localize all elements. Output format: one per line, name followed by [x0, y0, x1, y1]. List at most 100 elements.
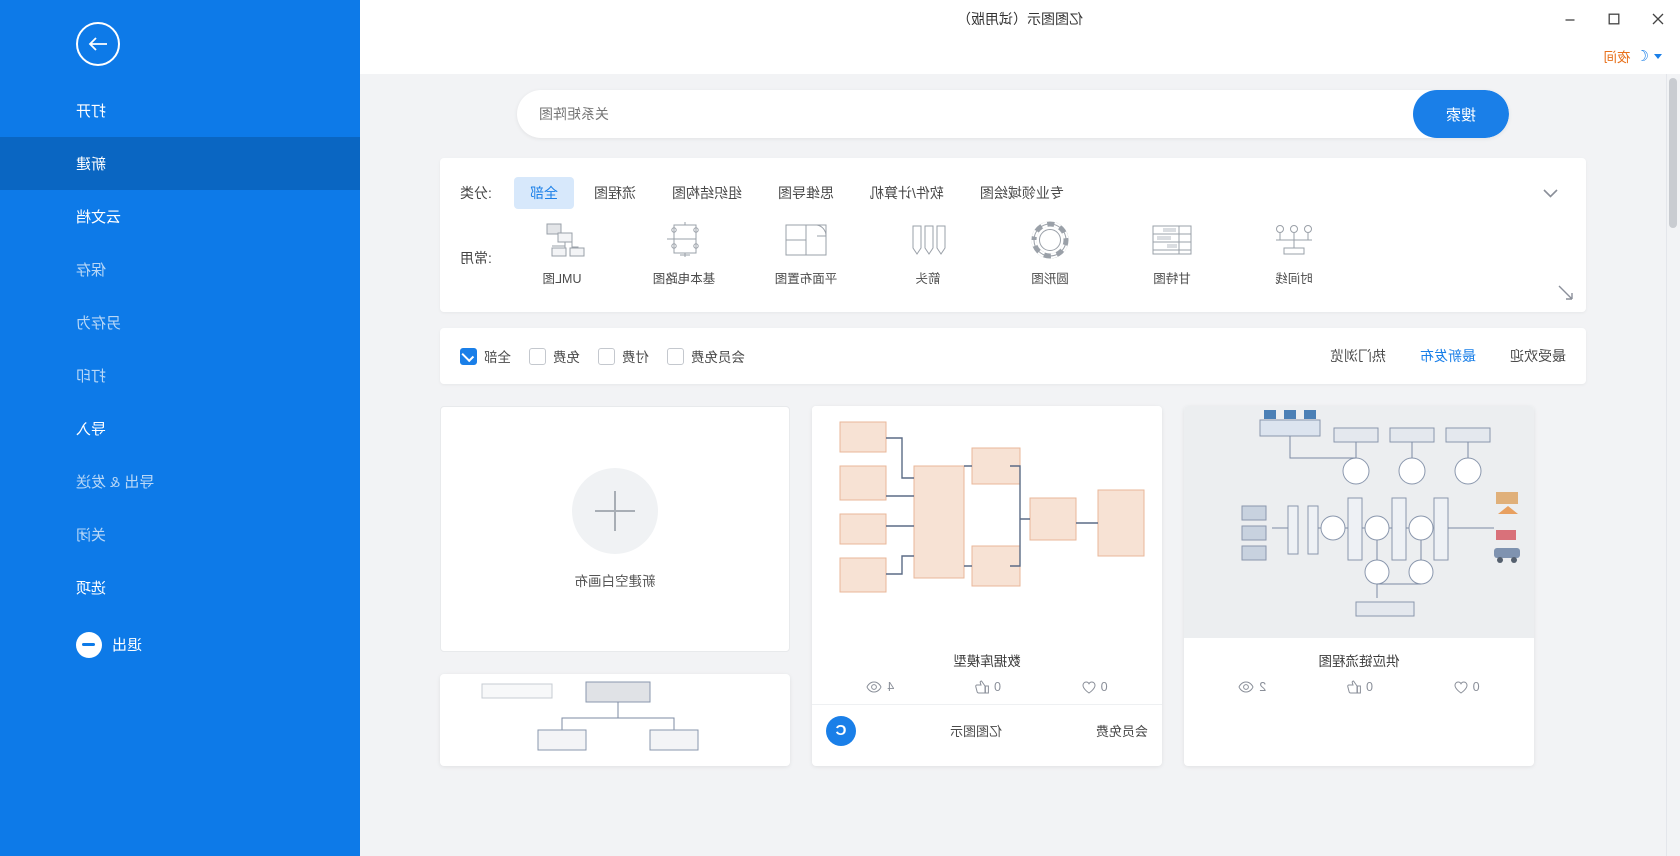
- search-box: 搜索: [517, 90, 1509, 138]
- maximize-icon[interactable]: [1592, 0, 1636, 38]
- circular-diagram-icon: [1026, 220, 1074, 260]
- minimize-icon[interactable]: [1548, 0, 1592, 38]
- filter-bar: 全部 免费 付费 会员免费 热门浏览 最新发布 最受欢迎: [440, 328, 1586, 384]
- search-button[interactable]: 搜索: [1413, 90, 1509, 138]
- sort-options: 热门浏览 最新发布 最受欢迎: [1330, 346, 1566, 366]
- sort-popular-views[interactable]: 热门浏览: [1330, 346, 1386, 366]
- card-thumbnail: [1184, 406, 1534, 638]
- category-chip-all[interactable]: 全部: [514, 177, 574, 209]
- card-thumbnail: [812, 406, 1162, 638]
- checkbox-member-free[interactable]: 会员免费: [667, 346, 745, 366]
- rail-item-cloud-docs[interactable]: 云文档: [0, 190, 360, 243]
- new-blank-canvas-card[interactable]: 新建空白画布: [440, 406, 790, 652]
- rail-item-options[interactable]: 选项: [0, 561, 360, 614]
- category-chip-software[interactable]: 软件/计算机: [854, 177, 960, 209]
- category-panel: 分类: 全部 流程图 组织结构图 思维导图 软件/计算机 专业领域绘图 常用:: [440, 158, 1586, 312]
- card-body: 数据库模型 4 0 0: [812, 638, 1162, 704]
- window-title: 亿图图示（试用版）: [957, 11, 1083, 27]
- favorites-count: 0: [1100, 680, 1108, 694]
- app-window: 亿图图示（试用版） ☾ 夜间 搜索 分类: 全部 流程图: [0, 0, 1680, 856]
- template-arrows[interactable]: 箭头: [880, 220, 976, 287]
- template-card-partial[interactable]: [440, 674, 790, 766]
- template-floor-plan[interactable]: 平面布置图: [758, 220, 854, 287]
- vertical-scrollbar[interactable]: [1666, 74, 1680, 856]
- common-templates-row: 常用: UML图 基本电路图 平面布置图 箭头 圆形图 甘特图 时间线: [460, 214, 1566, 302]
- checkbox-box[interactable]: [460, 347, 477, 365]
- chevron-down-icon: [1654, 53, 1662, 59]
- search-input[interactable]: [517, 90, 1413, 138]
- night-mode-button[interactable]: ☾ 夜间: [1596, 46, 1672, 66]
- template-timeline[interactable]: 时间线: [1246, 220, 1342, 287]
- template-label: UML图: [542, 272, 582, 286]
- common-templates-list: UML图 基本电路图 平面布置图 箭头 圆形图 甘特图 时间线: [514, 220, 1566, 287]
- checkbox-label: 全部: [484, 350, 511, 365]
- checkbox-all[interactable]: 全部: [460, 346, 511, 366]
- template-label: 甘特图: [1153, 272, 1191, 286]
- template-label: 基本电路图: [652, 272, 716, 286]
- checkbox-label: 免费: [553, 350, 580, 365]
- close-icon[interactable]: [1636, 0, 1680, 38]
- checkbox-box[interactable]: [598, 347, 615, 365]
- checkbox-box[interactable]: [667, 347, 684, 365]
- favorites-count: 0: [1472, 680, 1480, 694]
- checkbox-label: 付费: [622, 350, 649, 365]
- rail-item-print[interactable]: 打印: [0, 349, 360, 402]
- circuit-diagram-icon: [660, 220, 708, 260]
- arrow-right-icon[interactable]: [76, 22, 120, 66]
- moon-icon: ☾: [1635, 48, 1649, 65]
- card-stats: 2 0 0: [1198, 680, 1520, 694]
- category-row: 分类: 全部 流程图 组织结构图 思维导图 软件/计算机 专业领域绘图: [460, 172, 1566, 214]
- template-card[interactable]: 供应链流程图 2 0 0: [1184, 406, 1534, 766]
- scrollbar-thumb[interactable]: [1669, 78, 1677, 228]
- category-expand-chevron-down-icon[interactable]: [1536, 188, 1566, 198]
- blank-canvas-label: 新建空白画布: [574, 574, 656, 589]
- card-stats: 4 0 0: [826, 680, 1148, 694]
- rail-item-save[interactable]: 保存: [0, 243, 360, 296]
- checkbox-free[interactable]: 免费: [529, 346, 580, 366]
- template-circuit[interactable]: 基本电路图: [636, 220, 732, 287]
- sort-newest[interactable]: 最新发布: [1420, 346, 1476, 366]
- sort-most-liked[interactable]: 最受欢迎: [1510, 346, 1566, 366]
- rail-item-exit[interactable]: 退出: [0, 618, 360, 671]
- category-chip-mind-map[interactable]: 思维导图: [762, 177, 850, 209]
- uml-diagram-icon: [538, 220, 586, 260]
- category-chip-org-chart[interactable]: 组织结构图: [656, 177, 758, 209]
- window-controls: [1548, 0, 1680, 38]
- stat-views: 2: [1238, 680, 1266, 694]
- views-count: 2: [1259, 680, 1267, 694]
- file-menu-rail: 打开 新建 云文档 保存 另存为 打印 导入 导出 & 发送 关闭 选项 退出: [0, 0, 360, 856]
- category-chip-list: 全部 流程图 组织结构图 思维导图 软件/计算机 专业领域绘图: [514, 177, 1536, 209]
- card-body: 供应链流程图 2 0 0: [1184, 638, 1534, 704]
- category-chip-flowchart[interactable]: 流程图: [578, 177, 652, 209]
- card-column-blank: 新建空白画布: [440, 406, 790, 766]
- menu-strip: ☾ 夜间: [360, 38, 1680, 74]
- plus-icon: [572, 468, 658, 554]
- rail-item-import[interactable]: 导入: [0, 402, 360, 455]
- rail-item-export-send[interactable]: 导出 & 发送: [0, 455, 360, 508]
- card-brand-name: 亿图图示: [949, 724, 1002, 739]
- template-uml[interactable]: UML图: [514, 220, 610, 287]
- stat-favorites: 0: [1082, 680, 1108, 694]
- card-price-badge: 会员免费: [1095, 724, 1148, 739]
- template-card[interactable]: 数据库模型 4 0 0 C 亿图图示 会员免费: [812, 406, 1162, 766]
- arrows-icon: [904, 220, 952, 260]
- template-gantt[interactable]: 甘特图: [1124, 220, 1220, 287]
- brand-logo-icon: C: [826, 715, 856, 746]
- panel-expand-icon[interactable]: [1557, 284, 1574, 304]
- stat-favorites: 0: [1454, 680, 1480, 694]
- rail-item-new[interactable]: 新建: [0, 137, 360, 190]
- template-circular[interactable]: 圆形图: [1002, 220, 1098, 287]
- category-label: 分类:: [460, 185, 492, 201]
- likes-count: 0: [994, 680, 1001, 694]
- rail-item-save-as[interactable]: 另存为: [0, 296, 360, 349]
- checkbox-box[interactable]: [529, 347, 546, 365]
- rail-item-close[interactable]: 关闭: [0, 508, 360, 561]
- category-chip-professional[interactable]: 专业领域绘图: [964, 177, 1080, 209]
- night-mode-label: 夜间: [1603, 50, 1631, 65]
- rail-item-open[interactable]: 打开: [0, 84, 360, 137]
- template-card-grid: 新建空白画布 数据库模型 4 0 0 C 亿图图示 会员免费 供应链流程图 2 …: [440, 406, 1586, 766]
- checkbox-paid[interactable]: 付费: [598, 346, 649, 366]
- checkbox-label: 会员免费: [691, 350, 745, 365]
- search-row: 搜索: [440, 90, 1586, 138]
- template-label: 箭头: [915, 272, 941, 286]
